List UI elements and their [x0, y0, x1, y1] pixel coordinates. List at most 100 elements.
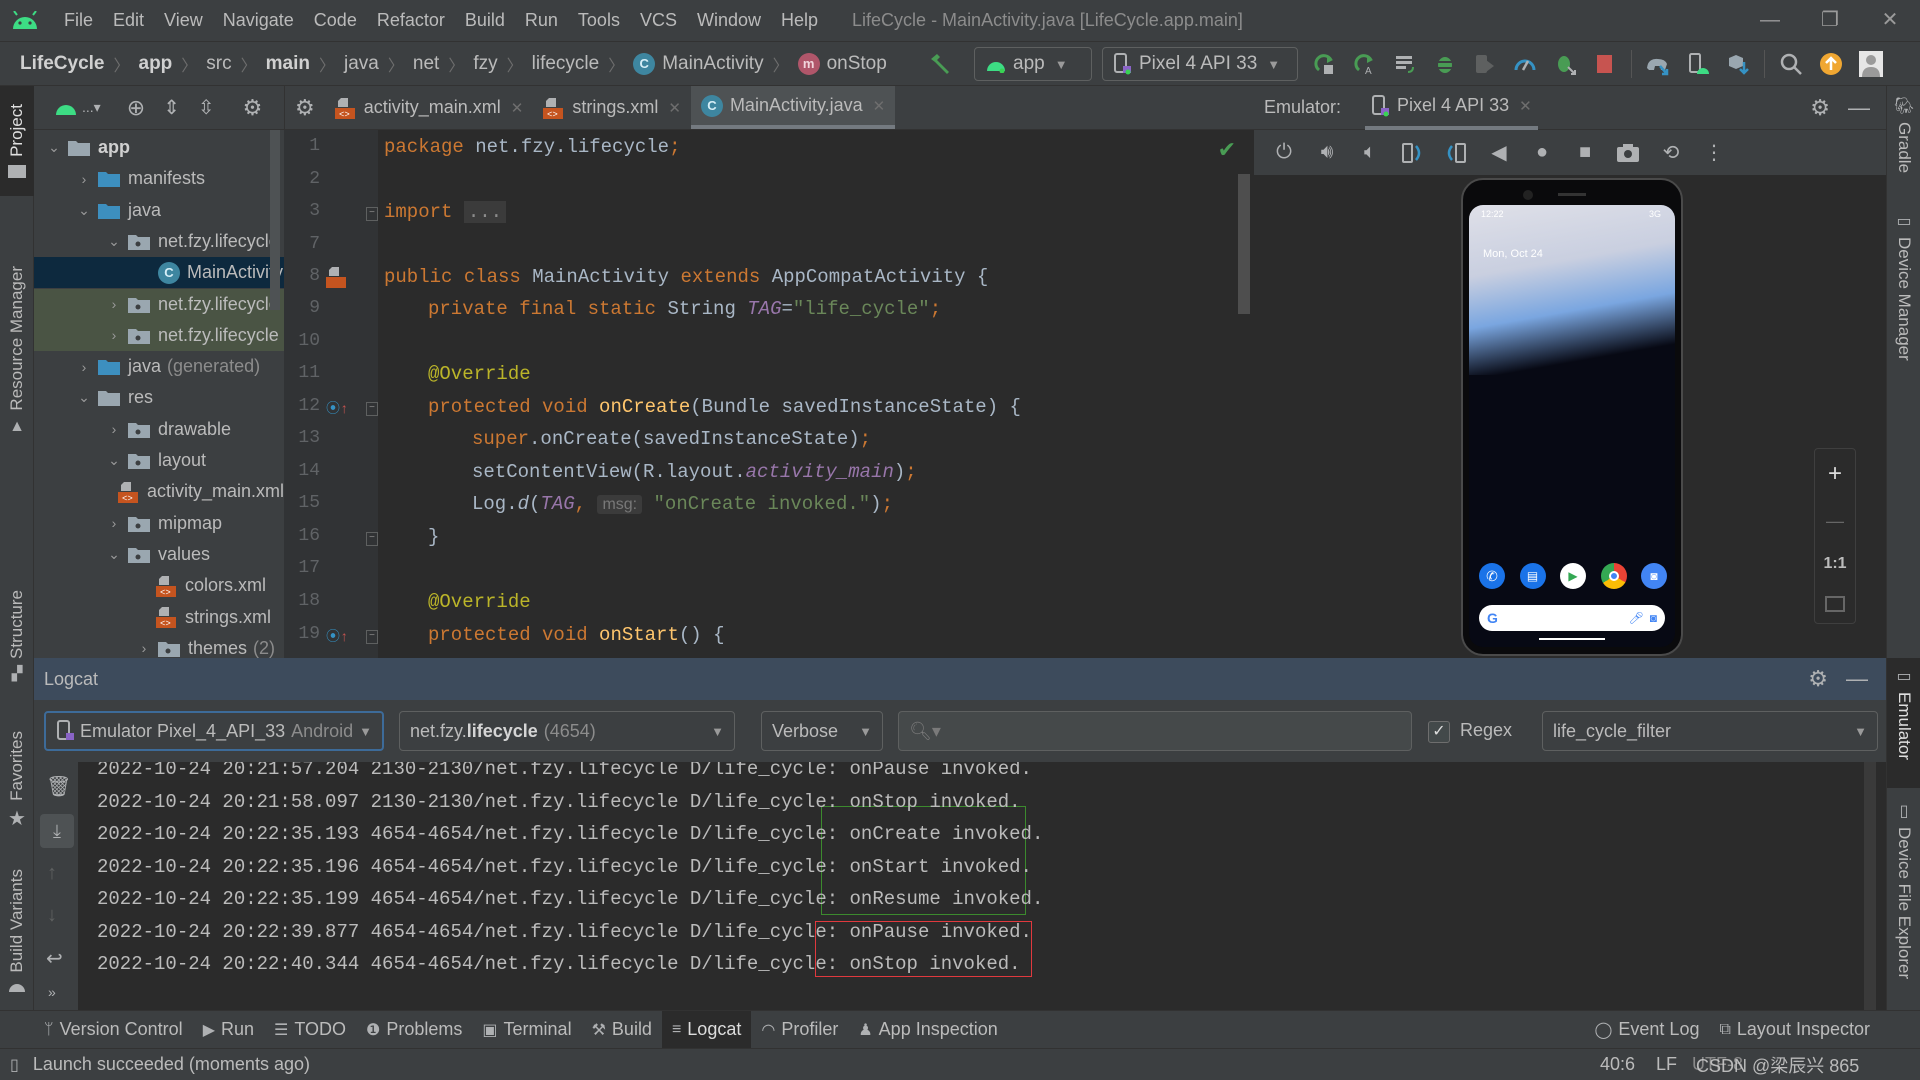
minimize-panel-icon[interactable]: —: [1846, 666, 1868, 692]
device-select[interactable]: Pixel 4 API 33 ▼: [1102, 47, 1298, 81]
emulator-device-tab[interactable]: Pixel 4 API 33 ✕: [1365, 86, 1538, 130]
menu-view[interactable]: View: [154, 10, 213, 31]
code-editor[interactable]: package net.fzy.lifecycle; import ... pu…: [378, 130, 1254, 658]
tool-tab-problems[interactable]: ❶ Problems: [356, 1011, 472, 1049]
sdk-manager-icon[interactable]: [1725, 51, 1751, 77]
play-store-icon[interactable]: ▶: [1560, 563, 1586, 589]
gear-icon[interactable]: ⚙: [284, 86, 325, 129]
rotate-left-icon[interactable]: [1395, 142, 1431, 164]
override-marker-icon[interactable]: ⦿↑: [326, 626, 348, 646]
tree-item[interactable]: › themes (2): [34, 633, 284, 658]
expand-all-icon[interactable]: ⇕: [163, 95, 180, 120]
tool-tab-layout-inspector[interactable]: ⧉ Layout Inspector: [1709, 1011, 1880, 1049]
tree-item[interactable]: ⌄ java: [34, 195, 284, 226]
tool-tab-run[interactable]: ▶ Run: [193, 1011, 264, 1049]
minimize-panel-icon[interactable]: —: [1848, 95, 1870, 121]
apply-code-changes-icon[interactable]: A: [1352, 51, 1378, 77]
sync-logs-icon[interactable]: [1392, 51, 1418, 77]
chevron-down-icon[interactable]: ⌄: [76, 202, 92, 219]
apply-changes-icon[interactable]: [1312, 51, 1338, 77]
debug-icon[interactable]: [1432, 51, 1458, 77]
snapshot-icon[interactable]: ⟲: [1653, 140, 1689, 165]
gear-icon[interactable]: ⚙: [1810, 95, 1830, 121]
tool-tab-project[interactable]: Project: [0, 86, 34, 196]
scroll-to-end-icon[interactable]: ⤓: [40, 814, 74, 848]
volume-down-icon[interactable]: 🔈︎: [1352, 141, 1388, 164]
breadcrumb-src[interactable]: src: [206, 53, 231, 75]
minimize-button[interactable]: —: [1740, 0, 1800, 42]
chrome-icon[interactable]: [1600, 563, 1627, 589]
messages-app-icon[interactable]: ▤: [1519, 563, 1546, 589]
chevron-right-icon[interactable]: ›: [106, 515, 122, 531]
tool-tab-logcat[interactable]: ≡ Logcat: [661, 1010, 752, 1049]
tree-item[interactable]: <> activity_main.xml: [34, 476, 284, 507]
volume-up-icon[interactable]: 🔊︎: [1309, 141, 1345, 164]
logcat-search-field[interactable]: [946, 720, 1387, 742]
tab-activity-main-xml[interactable]: <> activity_main.xml ✕: [325, 86, 534, 129]
close-icon[interactable]: ✕: [1519, 97, 1532, 115]
tool-tab-device-file-explorer[interactable]: ▯ Device File Explorer: [1887, 801, 1920, 1001]
breadcrumb-module[interactable]: app: [139, 53, 173, 75]
rotate-right-icon[interactable]: [1438, 142, 1474, 164]
logcat-level-select[interactable]: Verbose ▼: [761, 711, 883, 751]
menu-build[interactable]: Build: [455, 10, 515, 31]
home-icon[interactable]: ●: [1524, 141, 1560, 164]
overview-icon[interactable]: ■: [1567, 141, 1603, 164]
chevron-down-icon[interactable]: ⌄: [106, 452, 122, 469]
down-arrow-icon[interactable]: ↓: [47, 904, 57, 927]
logcat-filter-config-select[interactable]: life_cycle_filter ▼: [1542, 711, 1878, 751]
folded-imports[interactable]: ...: [463, 201, 507, 223]
logcat-scrollbar[interactable]: [1864, 762, 1876, 1010]
regex-checkbox[interactable]: ✓: [1428, 721, 1450, 743]
tree-item[interactable]: › net.fzy.lifecycle: [34, 288, 284, 320]
tool-tab-favorites[interactable]: Favorites ★: [0, 716, 34, 846]
run-config-select[interactable]: app ▼: [974, 47, 1092, 81]
close-icon[interactable]: ✕: [668, 99, 681, 117]
breadcrumb-java[interactable]: java: [344, 53, 379, 75]
breadcrumb-project[interactable]: LifeCycle: [20, 53, 104, 75]
tree-item[interactable]: › drawable: [34, 414, 284, 445]
tool-tab-build[interactable]: ⚒ Build: [582, 1011, 662, 1049]
restore-button[interactable]: ❐: [1800, 0, 1860, 42]
tree-item[interactable]: › java (generated): [34, 351, 284, 382]
logcat-device-select[interactable]: Emulator Pixel_4_API_33 Android ▼: [44, 711, 384, 751]
android-view-icon[interactable]: [54, 100, 78, 116]
related-layout-icon[interactable]: [326, 266, 348, 293]
menu-help[interactable]: Help: [771, 10, 828, 31]
up-arrow-icon[interactable]: ↑: [47, 862, 57, 885]
gradle-sync-icon[interactable]: [1645, 51, 1671, 77]
breadcrumb-lifecycle[interactable]: lifecycle: [532, 53, 600, 75]
google-search-bar[interactable]: G 🎤︎ ◙: [1479, 605, 1665, 631]
gear-icon[interactable]: ⚙: [243, 95, 263, 121]
tab-strings-xml[interactable]: <> strings.xml ✕: [533, 86, 691, 129]
tool-tab-gradle[interactable]: 🐘︎ Gradle: [1887, 86, 1920, 186]
logcat-search-input[interactable]: 🔍︎▾: [898, 711, 1412, 751]
chevron-down-icon[interactable]: ⌄: [76, 389, 92, 406]
close-button[interactable]: ✕: [1860, 0, 1920, 42]
tree-item[interactable]: ⌄ values: [34, 539, 284, 570]
fold-method-icon[interactable]: −: [366, 630, 378, 644]
tool-tab-emulator[interactable]: ▭ Emulator: [1887, 658, 1920, 788]
tab-mainactivity-java[interactable]: C MainActivity.java ✕: [690, 86, 896, 129]
tool-tab-event-log[interactable]: ◯ Event Log: [1585, 1011, 1710, 1049]
tree-item[interactable]: › mipmap: [34, 508, 284, 539]
trash-icon[interactable]: 🗑︎: [46, 774, 71, 799]
breadcrumb-method[interactable]: onStop: [827, 53, 887, 75]
menu-code[interactable]: Code: [304, 10, 367, 31]
attach-icon[interactable]: [1472, 51, 1498, 77]
tree-item[interactable]: ⌄ res: [34, 382, 284, 413]
override-marker-icon[interactable]: ⦿↑: [326, 398, 348, 418]
line-separator[interactable]: LF: [1656, 1054, 1677, 1075]
tool-tab-version-control[interactable]: ᛘ Version Control: [34, 1011, 193, 1049]
avd-manager-icon[interactable]: [1685, 51, 1711, 77]
project-scrollbar[interactable]: [270, 130, 280, 310]
tool-tab-app-inspection[interactable]: ♟ App Inspection: [848, 1011, 1007, 1049]
phone-screen[interactable]: 12:22 3G Mon, Oct 24 ✆ ▤ ▶ ◙ G 🎤︎ ◙: [1469, 205, 1675, 647]
logcat-process-select[interactable]: net.fzy. lifecycle (4654) ▼: [399, 711, 735, 751]
tool-tab-todo[interactable]: ☰ TODO: [264, 1011, 356, 1049]
tool-tab-build-variants[interactable]: Build Variants: [0, 856, 34, 1006]
chevron-right-icon[interactable]: ›: [106, 421, 122, 437]
lens-icon[interactable]: ◙: [1650, 611, 1657, 625]
actual-size-button[interactable]: 1:1: [1823, 555, 1846, 573]
chevron-right-icon[interactable]: ›: [76, 171, 92, 187]
